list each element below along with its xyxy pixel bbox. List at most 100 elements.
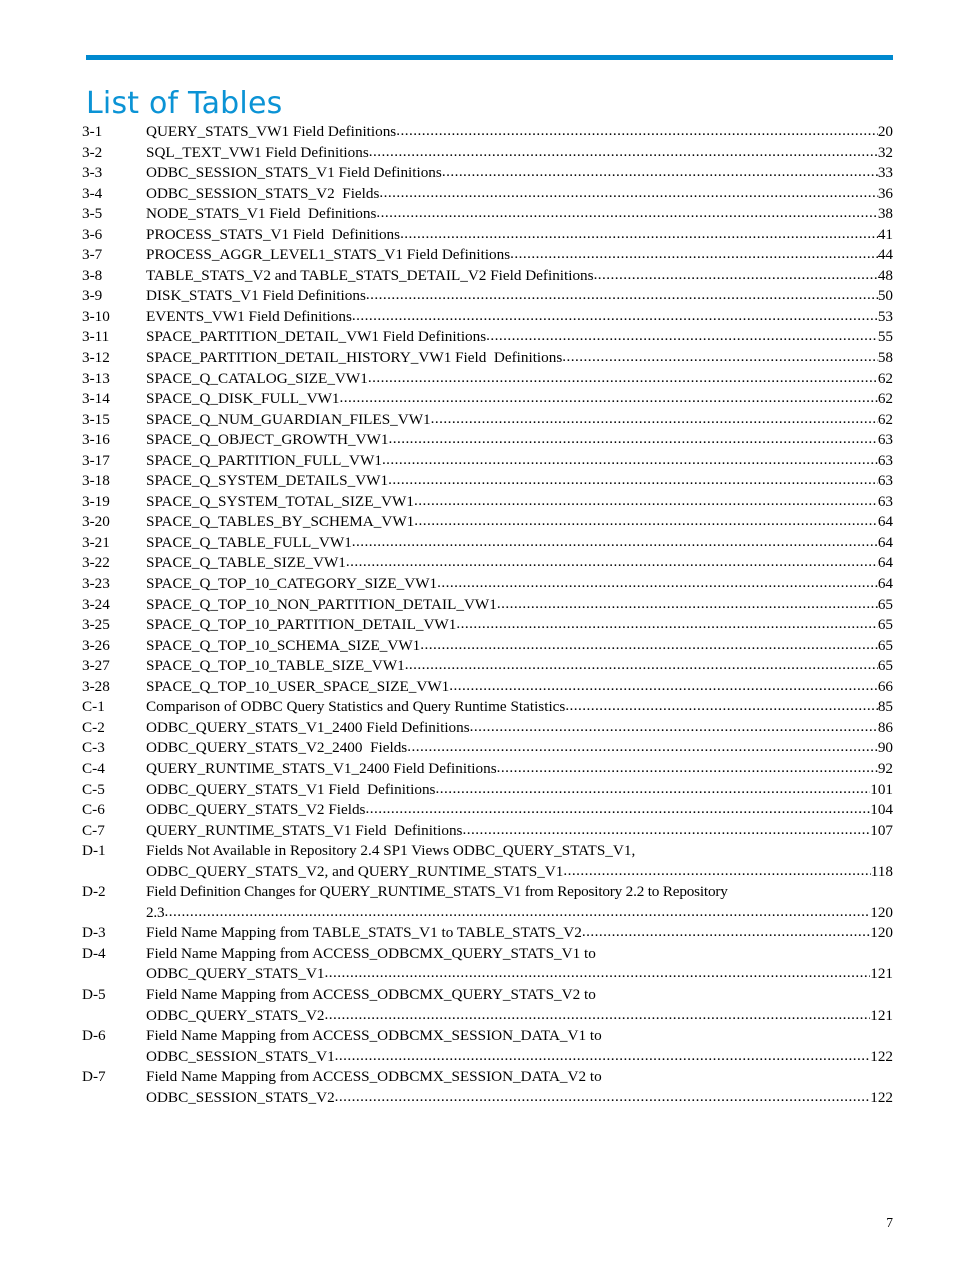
toc-entry[interactable]: 3-15 SPACE_Q_NUM_GUARDIAN_FILES_VW1 62 xyxy=(82,410,893,431)
toc-entry-title: ODBC_SESSION_STATS_V1 Field Definitions xyxy=(146,164,442,182)
toc-entry[interactable]: 3-12 SPACE_PARTITION_DETAIL_HISTORY_VW1 F… xyxy=(82,348,893,369)
toc-entry[interactable]: D-1 Fields Not Available in Repository 2.… xyxy=(82,841,893,882)
toc-entry-page: 122 xyxy=(870,1088,893,1106)
toc-entry[interactable]: D-2 Field Definition Changes for QUERY_RU… xyxy=(82,882,893,923)
toc-entry-title: Comparison of ODBC Query Statistics and … xyxy=(146,698,566,716)
toc-entry[interactable]: C-4 QUERY_RUNTIME_STATS_V1_2400 Field Def… xyxy=(82,759,893,780)
dot-leader xyxy=(325,963,871,984)
toc-entry-title: ODBC_QUERY_STATS_V2 Fields xyxy=(146,801,366,819)
toc-entry[interactable]: 3-20 SPACE_Q_TABLES_BY_SCHEMA_VW1 64 xyxy=(82,512,893,533)
dot-leader xyxy=(431,409,878,430)
header-accent-rule xyxy=(86,55,893,60)
toc-entry-title: EVENTS_VW1 Field Definitions xyxy=(146,307,352,325)
toc-entry[interactable]: D-7 Field Name Mapping from ACCESS_ODBCMX… xyxy=(82,1067,893,1108)
toc-entry-number: 3-20 xyxy=(82,513,110,531)
toc-entry[interactable]: C-3 ODBC_QUERY_STATS_V2_2400 Fields 90 xyxy=(82,738,893,759)
toc-entry[interactable]: 3-27 SPACE_Q_TOP_10_TABLE_SIZE_VW1 65 xyxy=(82,656,893,677)
toc-entry-title: 2.3 xyxy=(146,903,165,921)
toc-entry-number: 3-27 xyxy=(82,657,110,675)
toc-entry-number: 3-2 xyxy=(82,143,103,161)
toc-entry-number: 3-21 xyxy=(82,533,110,551)
dot-leader xyxy=(368,368,878,389)
toc-entry[interactable]: 3-16 SPACE_Q_OBJECT_GROWTH_VW1 63 xyxy=(82,430,893,451)
toc-entry-page: 90 xyxy=(877,739,893,757)
toc-entry[interactable]: 3-28 SPACE_Q_TOP_10_USER_SPACE_SIZE_VW1 66 xyxy=(82,677,893,698)
toc-entry[interactable]: 3-3 ODBC_SESSION_STATS_V1 Field Definitio… xyxy=(82,163,893,184)
toc-entry-title: PROCESS_AGGR_LEVEL1_STATS_V1 Field Defin… xyxy=(146,246,511,264)
toc-entry[interactable]: D-6 Field Name Mapping from ACCESS_ODBCMX… xyxy=(82,1026,893,1067)
toc-entry[interactable]: D-4 Field Name Mapping from ACCESS_ODBCMX… xyxy=(82,944,893,985)
toc-entry[interactable]: 3-23 SPACE_Q_TOP_10_CATEGORY_SIZE_VW1 64 xyxy=(82,574,893,595)
toc-entry-page: 50 xyxy=(877,287,893,305)
toc-entry[interactable]: C-2 ODBC_QUERY_STATS_V1_2400 Field Defini… xyxy=(82,718,893,739)
toc-entry[interactable]: 3-7 PROCESS_AGGR_LEVEL1_STATS_V1 Field De… xyxy=(82,245,893,266)
toc-entry[interactable]: 3-8 TABLE_STATS_V2 and TABLE_STATS_DETAIL… xyxy=(82,266,893,287)
toc-entry[interactable]: D-5 Field Name Mapping from ACCESS_ODBCMX… xyxy=(82,985,893,1026)
toc-entry-page: 48 xyxy=(877,266,893,284)
toc-entry[interactable]: 3-11 SPACE_PARTITION_DETAIL_VW1 Field Def… xyxy=(82,327,893,348)
toc-entry[interactable]: C-5 ODBC_QUERY_STATS_V1 Field Definitions… xyxy=(82,780,893,801)
toc-entry[interactable]: 3-6 PROCESS_STATS_V1 Field Definitions 41 xyxy=(82,225,893,246)
toc-entry[interactable]: C-6 ODBC_QUERY_STATS_V2 Fields 104 xyxy=(82,800,893,821)
toc-entry[interactable]: 3-4 ODBC_SESSION_STATS_V2 Fields 36 xyxy=(82,184,893,205)
toc-entry-page: 62 xyxy=(877,390,893,408)
toc-entry[interactable]: 3-14 SPACE_Q_DISK_FULL_VW1 62 xyxy=(82,389,893,410)
toc-entry-number: 3-4 xyxy=(82,184,103,202)
dot-leader xyxy=(442,162,878,183)
toc-entry-number: 3-13 xyxy=(82,369,110,387)
toc-entry-number: D-5 xyxy=(82,985,106,1003)
toc-entry-title: ODBC_QUERY_STATS_V1_2400 Field Definitio… xyxy=(146,718,470,736)
toc-entry-page: 38 xyxy=(877,205,893,223)
toc-entry[interactable]: 3-1 QUERY_STATS_VW1 Field Definitions 20 xyxy=(82,122,893,143)
toc-entry[interactable]: 3-19 SPACE_Q_SYSTEM_TOTAL_SIZE_VW1 63 xyxy=(82,492,893,513)
toc-entry-title: SPACE_Q_CATALOG_SIZE_VW1 xyxy=(146,369,368,387)
toc-entry[interactable]: 3-25 SPACE_Q_TOP_10_PARTITION_DETAIL_VW1 6… xyxy=(82,615,893,636)
toc-entry-page: 62 xyxy=(877,369,893,387)
toc-entry-number: 3-5 xyxy=(82,205,103,223)
dot-leader xyxy=(352,306,878,327)
dot-leader xyxy=(335,1046,871,1067)
toc-entry[interactable]: C-1 Comparison of ODBC Query Statistics a… xyxy=(82,697,893,718)
toc-entry-page: 121 xyxy=(870,965,893,983)
toc-entry-page: 65 xyxy=(877,616,893,634)
toc-entry[interactable]: 3-13 SPACE_Q_CATALOG_SIZE_VW1 62 xyxy=(82,369,893,390)
toc-entry[interactable]: 3-18 SPACE_Q_SYSTEM_DETAILS_VW1 63 xyxy=(82,471,893,492)
toc-entry-number: 3-16 xyxy=(82,431,110,449)
toc-entry-number: 3-18 xyxy=(82,472,110,490)
toc-entry[interactable]: 3-26 SPACE_Q_TOP_10_SCHEMA_SIZE_VW1 65 xyxy=(82,636,893,657)
toc-entry[interactable]: C-7 QUERY_RUNTIME_STATS_V1 Field Definiti… xyxy=(82,821,893,842)
toc-entry-page: 58 xyxy=(877,349,893,367)
toc-entry[interactable]: 3-10 EVENTS_VW1 Field Definitions 53 xyxy=(82,307,893,328)
dot-leader xyxy=(456,614,877,635)
toc-entry-number: 3-19 xyxy=(82,492,110,510)
toc-entry-title: SPACE_PARTITION_DETAIL_VW1 Field Definit… xyxy=(146,328,487,346)
toc-entry-page: 64 xyxy=(877,575,893,593)
toc-entry[interactable]: D-3 Field Name Mapping from TABLE_STATS_V… xyxy=(82,923,893,944)
toc-entry-number: D-3 xyxy=(82,924,106,942)
toc-entry-number: C-2 xyxy=(82,718,105,736)
toc-entry-number: 3-22 xyxy=(82,554,110,572)
toc-entry[interactable]: 3-22 SPACE_Q_TABLE_SIZE_VW1 64 xyxy=(82,553,893,574)
toc-entry[interactable]: 3-5 NODE_STATS_V1 Field Definitions 38 xyxy=(82,204,893,225)
toc-entry-page: 120 xyxy=(870,924,893,942)
toc-entry-page: 122 xyxy=(870,1047,893,1065)
toc-entry-title: NODE_STATS_V1 Field Definitions xyxy=(146,205,377,223)
toc-entry-title: SPACE_Q_TABLE_FULL_VW1 xyxy=(146,533,352,551)
toc-entry[interactable]: 3-9 DISK_STATS_V1 Field Definitions 50 xyxy=(82,286,893,307)
toc-entry-page: 92 xyxy=(877,759,893,777)
toc-entry-page: 64 xyxy=(877,533,893,551)
toc-entry-title: SPACE_Q_SYSTEM_DETAILS_VW1 xyxy=(146,472,389,490)
toc-entry[interactable]: 3-2 SQL_TEXT_VW1 Field Definitions 32 xyxy=(82,143,893,164)
dot-leader xyxy=(407,737,878,758)
toc-entry-title: SPACE_Q_TOP_10_NON_PARTITION_DETAIL_VW1 xyxy=(146,595,497,613)
dot-leader xyxy=(486,326,878,347)
dot-leader xyxy=(437,573,878,594)
toc-entry[interactable]: 3-24 SPACE_Q_TOP_10_NON_PARTITION_DETAIL_… xyxy=(82,595,893,616)
toc-entry-title: SPACE_Q_TABLES_BY_SCHEMA_VW1 xyxy=(146,513,415,531)
toc-entry[interactable]: 3-17 SPACE_Q_PARTITION_FULL_VW1 63 xyxy=(82,451,893,472)
list-of-tables: 3-1QUERY_STATS_VW1 Field Definitions203-… xyxy=(82,122,893,1108)
toc-entry-number: D-7 xyxy=(82,1068,106,1086)
toc-entry[interactable]: 3-21 SPACE_Q_TABLE_FULL_VW1 64 xyxy=(82,533,893,554)
toc-entry-title: SPACE_Q_TOP_10_CATEGORY_SIZE_VW1 xyxy=(146,575,438,593)
toc-entry-page: 32 xyxy=(877,143,893,161)
